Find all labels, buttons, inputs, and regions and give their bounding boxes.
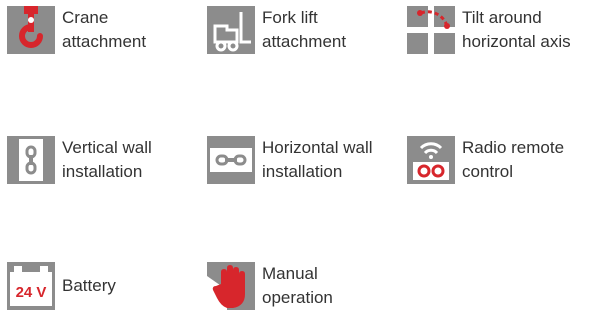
feature-crane-attachment: Crane attachment (7, 6, 146, 54)
radio-remote-icon (407, 136, 455, 184)
horizontal-wall-icon (207, 136, 255, 184)
tilt-axis-icon (407, 6, 455, 54)
feature-label: Horizontal wall installation (262, 136, 373, 184)
feature-label-line2: horizontal axis (462, 32, 571, 51)
battery-icon: 24 V (7, 262, 55, 310)
feature-label-line2: operation (262, 288, 333, 307)
feature-label-line2: installation (62, 162, 143, 181)
feature-forklift-attachment: Fork lift attachment (207, 6, 346, 54)
battery-voltage-text: 24 V (16, 284, 47, 301)
forklift-icon (207, 6, 255, 54)
feature-label-line1: Crane (62, 8, 109, 27)
feature-label-line1: Tilt around (462, 8, 542, 27)
feature-label-line1: Battery (62, 276, 116, 295)
feature-label: Vertical wall installation (62, 136, 152, 184)
feature-label-line1: Radio remote (462, 138, 565, 157)
feature-label-line1: Fork lift (262, 8, 318, 27)
feature-label: Manual operation (262, 262, 333, 310)
manual-hand-icon (207, 262, 255, 310)
feature-label: Tilt around horizontal axis (462, 6, 571, 54)
feature-label: Fork lift attachment (262, 6, 346, 54)
feature-horizontal-wall-installation: Horizontal wall installation (207, 136, 373, 184)
feature-label-line2: control (462, 162, 514, 181)
feature-label-line2: installation (262, 162, 343, 181)
feature-label: Crane attachment (62, 6, 146, 54)
feature-battery: 24 V Battery (7, 262, 116, 310)
crane-hook-icon (7, 6, 55, 54)
feature-label-line1: Horizontal wall (262, 138, 373, 157)
feature-label: Radio remote control (462, 136, 564, 184)
vertical-wall-icon (7, 136, 55, 184)
feature-manual-operation: Manual operation (207, 262, 333, 310)
feature-radio-remote-control: Radio remote control (407, 136, 564, 184)
feature-label-line1: Manual (262, 264, 318, 283)
feature-label: Battery (62, 274, 116, 298)
feature-label-line1: Vertical wall (62, 138, 152, 157)
feature-tilt-horizontal-axis: Tilt around horizontal axis (407, 6, 571, 54)
feature-label-line2: attachment (62, 32, 147, 51)
feature-label-line2: attachment (262, 32, 347, 51)
feature-vertical-wall-installation: Vertical wall installation (7, 136, 152, 184)
